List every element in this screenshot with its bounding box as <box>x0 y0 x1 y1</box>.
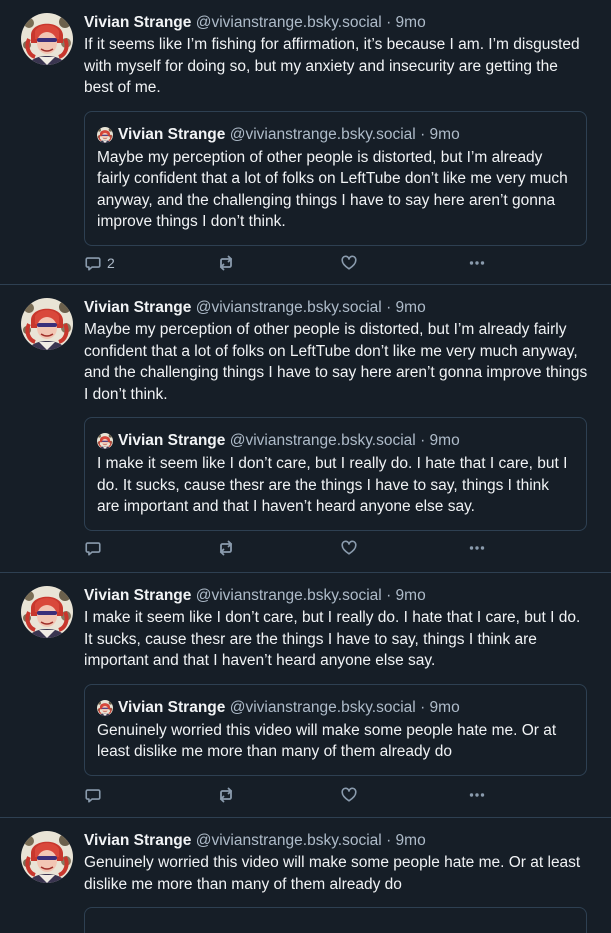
quote-time: 9mo <box>429 432 460 449</box>
post-text: I make it seem like I don’t care, but I … <box>84 609 581 669</box>
post-header: Vivian Strange @vivianstrange.bsky.socia… <box>84 586 589 606</box>
separator: · <box>420 432 426 449</box>
quote-author-name: Vivian Strange <box>118 698 226 716</box>
quote-header: Vivian Strange @vivianstrange.bsky.socia… <box>97 431 574 451</box>
post-header: Vivian Strange @vivianstrange.bsky.socia… <box>84 298 589 318</box>
more-options-button[interactable] <box>467 538 487 558</box>
quote-header: Vivian Strange @vivianstrange.bsky.socia… <box>97 125 574 145</box>
repost-button[interactable] <box>216 785 236 805</box>
quoted-post[interactable]: Vivian Strange @vivianstrange.bsky.socia… <box>84 683 587 776</box>
author-name[interactable]: Vivian Strange <box>84 832 191 849</box>
quote-author-handle: @vivianstrange.bsky.social <box>229 125 416 143</box>
repost-icon <box>216 785 236 805</box>
reply-button[interactable] <box>84 538 107 558</box>
post-header: Vivian Strange @vivianstrange.bsky.socia… <box>84 13 589 33</box>
like-button[interactable] <box>340 253 358 273</box>
post[interactable]: Vivian Strange @vivianstrange.bsky.socia… <box>0 0 611 285</box>
quote-author-handle: @vivianstrange.bsky.social <box>229 698 416 716</box>
post[interactable]: Vivian Strange @vivianstrange.bsky.socia… <box>0 573 611 818</box>
post-text: If it seems like I’m fishing for affirma… <box>84 36 580 96</box>
post-content: Vivian Strange @vivianstrange.bsky.socia… <box>84 831 589 933</box>
separator: · <box>386 14 392 31</box>
separator: · <box>386 832 392 849</box>
quote-header: Vivian Strange @vivianstrange.bsky.socia… <box>97 698 574 718</box>
repost-button[interactable] <box>216 253 236 273</box>
post[interactable]: Vivian Strange @vivianstrange.bsky.socia… <box>0 285 611 573</box>
post-time[interactable]: 9mo <box>396 299 426 316</box>
separator: · <box>386 299 392 316</box>
post-content: Vivian Strange @vivianstrange.bsky.socia… <box>84 586 589 776</box>
quote-text: Maybe my perception of other people is d… <box>97 148 568 231</box>
separator: · <box>386 587 392 604</box>
separator: · <box>420 698 426 716</box>
repost-icon <box>216 253 236 273</box>
post-time[interactable]: 9mo <box>396 14 426 31</box>
reply-bubble-icon <box>84 786 102 804</box>
post-content: Vivian Strange @vivianstrange.bsky.socia… <box>84 298 589 531</box>
reply-button[interactable] <box>84 785 107 805</box>
author-handle[interactable]: @vivianstrange.bsky.social <box>196 587 382 604</box>
author-handle[interactable]: @vivianstrange.bsky.social <box>196 299 382 316</box>
quote-avatar <box>97 127 113 143</box>
more-options-button[interactable] <box>467 253 487 273</box>
quote-author-name: Vivian Strange <box>118 432 226 449</box>
post-text: Genuinely worried this video will make s… <box>84 854 581 893</box>
post[interactable]: Vivian Strange @vivianstrange.bsky.socia… <box>0 818 611 933</box>
avatar[interactable] <box>21 298 73 350</box>
quote-time: 9mo <box>429 698 460 716</box>
post-header: Vivian Strange @vivianstrange.bsky.socia… <box>84 831 589 851</box>
author-name[interactable]: Vivian Strange <box>84 299 191 316</box>
post-actions <box>84 538 504 558</box>
quoted-post[interactable]: Vivian Strange @vivianstrange.bsky.socia… <box>84 110 587 246</box>
like-button[interactable] <box>340 538 358 558</box>
reply-count: 2 <box>107 255 115 271</box>
quoted-post[interactable]: Vivian Strange @vivianstrange.bsky.socia… <box>84 417 587 531</box>
quote-text: I make it seem like I don’t care, but I … <box>97 455 568 515</box>
post-actions: 2 <box>84 253 504 273</box>
quote-time: 9mo <box>429 125 460 143</box>
author-name[interactable]: Vivian Strange <box>84 587 191 604</box>
heart-icon <box>340 539 358 557</box>
post-feed: Vivian Strange @vivianstrange.bsky.socia… <box>0 0 611 933</box>
heart-icon <box>340 254 358 272</box>
quote-avatar <box>97 433 113 449</box>
quote-author-handle: @vivianstrange.bsky.social <box>229 432 416 449</box>
post-actions <box>84 785 504 805</box>
reply-bubble-icon <box>84 539 102 557</box>
separator: · <box>420 125 426 143</box>
reply-bubble-icon <box>84 254 102 272</box>
repost-button[interactable] <box>216 538 236 558</box>
avatar[interactable] <box>21 831 73 883</box>
more-dots-icon <box>467 785 487 805</box>
like-button[interactable] <box>340 785 358 805</box>
quote-text: Genuinely worried this video will make s… <box>97 721 557 761</box>
author-handle[interactable]: @vivianstrange.bsky.social <box>196 832 382 849</box>
avatar[interactable] <box>21 13 73 65</box>
more-options-button[interactable] <box>467 785 487 805</box>
author-handle[interactable]: @vivianstrange.bsky.social <box>196 14 382 31</box>
reply-button[interactable]: 2 <box>84 253 115 273</box>
post-content: Vivian Strange @vivianstrange.bsky.socia… <box>84 13 589 246</box>
heart-icon <box>340 786 358 804</box>
author-name[interactable]: Vivian Strange <box>84 14 191 31</box>
avatar[interactable] <box>21 586 73 638</box>
more-dots-icon <box>467 253 487 273</box>
more-dots-icon <box>467 538 487 558</box>
post-text: Maybe my perception of other people is d… <box>84 321 588 403</box>
quote-author-name: Vivian Strange <box>118 125 226 143</box>
quote-avatar <box>97 700 113 716</box>
post-time[interactable]: 9mo <box>396 587 426 604</box>
repost-icon <box>216 538 236 558</box>
post-time[interactable]: 9mo <box>396 832 426 849</box>
